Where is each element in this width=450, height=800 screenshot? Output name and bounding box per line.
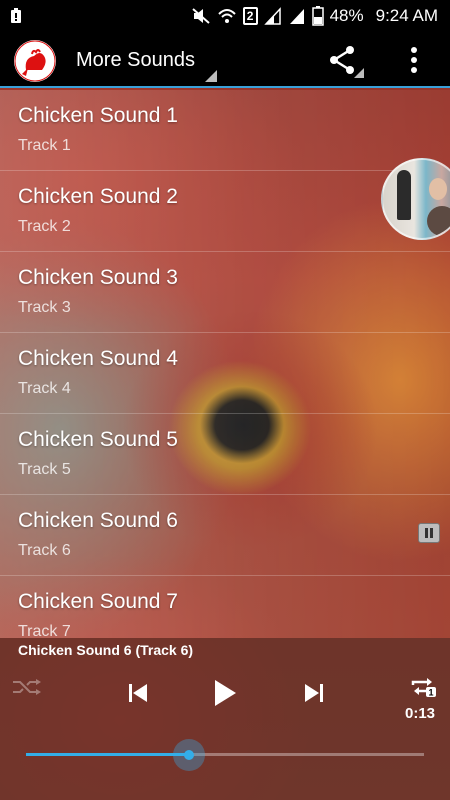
- track-title: Chicken Sound 5: [18, 428, 178, 451]
- track-title: Chicken Sound 7: [18, 590, 178, 613]
- seek-progress: [26, 753, 190, 756]
- track-item-1[interactable]: Chicken Sound 1 Track 1: [0, 90, 450, 171]
- wifi-icon: [217, 9, 236, 23]
- elapsed-time: 0:13: [405, 705, 436, 722]
- track-item-4[interactable]: Chicken Sound 4 Track 4: [0, 333, 450, 414]
- chicken-logo-icon: [14, 40, 56, 82]
- overflow-menu-icon[interactable]: [402, 44, 426, 78]
- signal-icon-2: [289, 9, 304, 24]
- dropdown-caret-icon[interactable]: [205, 70, 217, 82]
- share-icon[interactable]: [326, 44, 366, 78]
- track-subtitle: Track 5: [18, 461, 71, 478]
- notification-icon: [11, 8, 21, 23]
- clock: 9:24 AM: [375, 6, 438, 25]
- repeat-one-icon: 1: [411, 678, 436, 698]
- seek-bar[interactable]: [26, 739, 424, 771]
- track-subtitle: Track 2: [18, 218, 71, 235]
- track-subtitle: Track 6: [18, 542, 71, 559]
- track-item-5[interactable]: Chicken Sound 5 Track 5: [0, 414, 450, 495]
- shuffle-icon[interactable]: [12, 678, 42, 696]
- track-subtitle: Track 7: [18, 623, 71, 638]
- track-item-7[interactable]: Chicken Sound 7 Track 7: [0, 576, 450, 638]
- repeat-mode-label: 1: [428, 688, 433, 698]
- status-bar: 2 48% 9:24 AM: [0, 0, 450, 32]
- next-icon[interactable]: [302, 682, 326, 704]
- previous-icon[interactable]: [126, 682, 150, 704]
- mute-icon: [191, 8, 210, 24]
- battery-icon: [311, 6, 324, 26]
- signal-icon: [263, 7, 281, 25]
- track-title: Chicken Sound 6: [18, 509, 178, 532]
- media-player: Chicken Sound 6 (Track 6) 1 0:13: [0, 638, 450, 800]
- track-title: Chicken Sound 4: [18, 347, 178, 370]
- track-subtitle: Track 3: [18, 299, 71, 316]
- now-playing-pause-icon[interactable]: [418, 523, 440, 543]
- track-item-3[interactable]: Chicken Sound 3 Track 3: [0, 252, 450, 333]
- battery-percent: 48%: [329, 6, 364, 25]
- track-title: Chicken Sound 2: [18, 185, 178, 208]
- page-title[interactable]: More Sounds: [76, 49, 195, 72]
- track-list[interactable]: Chicken Sound 1 Track 1 Chicken Sound 2 …: [0, 90, 450, 638]
- track-subtitle: Track 4: [18, 380, 71, 397]
- track-title: Chicken Sound 1: [18, 104, 178, 127]
- track-subtitle: Track 1: [18, 137, 71, 154]
- app-toolbar: More Sounds: [0, 32, 450, 88]
- sim-badge: 2: [242, 7, 258, 25]
- track-item-6[interactable]: Chicken Sound 6 Track 6: [0, 495, 450, 576]
- seek-thumb[interactable]: [173, 739, 206, 771]
- play-icon[interactable]: [212, 678, 238, 708]
- now-playing-label: Chicken Sound 6 (Track 6): [18, 642, 194, 658]
- repeat-one-button[interactable]: 1: [409, 676, 437, 698]
- track-title: Chicken Sound 3: [18, 266, 178, 289]
- app-logo[interactable]: [14, 40, 56, 82]
